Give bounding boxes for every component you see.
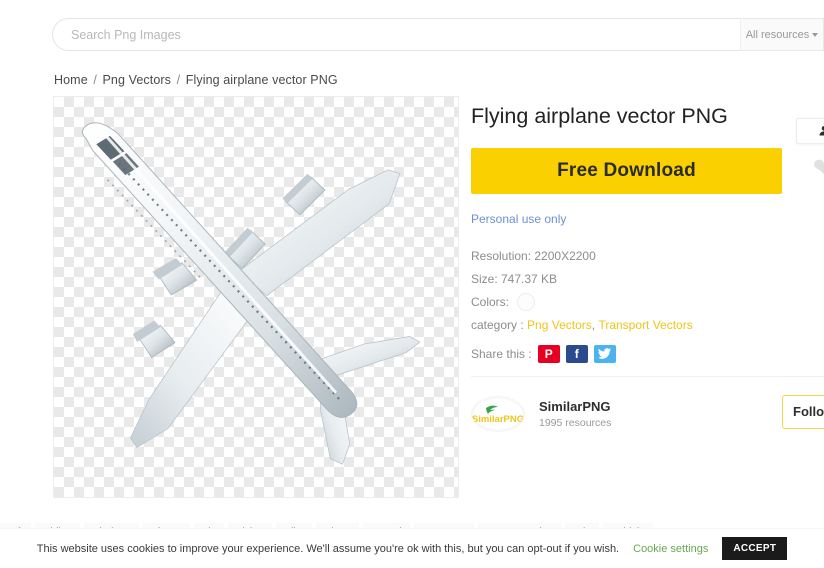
side-actions: ❤ (796, 117, 824, 186)
twitter-icon[interactable] (593, 344, 616, 363)
accept-cookies-button[interactable]: ACCEPT (722, 537, 788, 560)
avatar[interactable]: SimilarPNG (471, 395, 525, 432)
share-row: Share this : P f (471, 344, 824, 363)
author-resource-count: 1995 resources (539, 416, 612, 429)
category-label: category : (471, 317, 524, 332)
pinterest-icon[interactable]: P (537, 344, 560, 363)
breadcrumb-separator-2: / (176, 73, 181, 87)
product-detail: Flying airplane vector PNG Free Download… (471, 96, 824, 435)
logo-text: SimilarPNG (472, 414, 524, 425)
colors-row: Colors: (471, 291, 824, 314)
author-name[interactable]: SimilarPNG (539, 399, 611, 414)
category-link-png-vectors[interactable]: Png Vectors (527, 314, 592, 337)
section-divider (471, 375, 824, 377)
chevron-down-icon (812, 32, 819, 37)
resource-filter-label: All resources (745, 28, 810, 41)
download-row: Free Download ❤ (471, 117, 824, 194)
cookie-banner: This website uses cookies to improve you… (0, 528, 824, 568)
category-row: category : Png Vectors , Transport Vecto… (471, 314, 824, 337)
share-label: Share this : (471, 346, 532, 361)
author-info: SimilarPNG 1995 resources (539, 399, 611, 429)
follow-button[interactable]: Follow (782, 394, 824, 429)
free-download-button[interactable]: Free Download (471, 147, 782, 194)
size-label: Size: 747.37 KB (471, 271, 558, 286)
breadcrumb: Home / Png Vectors / Flying airplane vec… (54, 73, 338, 87)
facebook-icon[interactable]: f (565, 344, 588, 363)
breadcrumb-separator-1: / (93, 73, 97, 87)
cookie-settings-link[interactable]: Cookie settings (633, 543, 708, 555)
size-row: Size: 747.37 KB (471, 268, 824, 291)
metadata-list: Resolution: 2200X2200 Size: 747.37 KB Co… (471, 245, 824, 337)
resolution-row: Resolution: 2200X2200 (471, 245, 824, 268)
search-input[interactable] (52, 18, 740, 51)
page-title: Flying airplane vector PNG (471, 104, 728, 128)
cookie-text: This website uses cookies to improve you… (36, 542, 620, 555)
similarpng-logo-icon: SimilarPNG (472, 397, 524, 431)
site-header: All resources (0, 0, 824, 68)
breadcrumb-category[interactable]: Png Vectors (102, 73, 171, 87)
category-link-transport-vectors[interactable]: Transport Vectors (598, 314, 692, 337)
image-preview-panel[interactable] (53, 96, 459, 498)
breadcrumb-home[interactable]: Home (54, 73, 88, 87)
author-row: SimilarPNG SimilarPNG 1995 resources Fol… (471, 393, 824, 435)
product-page: All resources Home / Png Vectors / Flyin… (0, 0, 824, 568)
color-swatch[interactable] (517, 293, 536, 312)
resource-filter-dropdown[interactable]: All resources (740, 18, 824, 51)
colors-label: Colors: (471, 294, 510, 309)
resolution-label: Resolution: 2200X2200 (471, 248, 596, 263)
breadcrumb-current: Flying airplane vector PNG (185, 73, 338, 87)
flying-airplane-image (81, 122, 421, 465)
twitter-bird-icon (598, 348, 612, 360)
license-link[interactable]: Personal use only (471, 212, 824, 226)
heart-icon[interactable]: ❤ (796, 152, 824, 186)
download-count-card[interactable] (796, 117, 824, 144)
search-bar: All resources (52, 18, 824, 51)
download-person-icon (819, 125, 824, 136)
